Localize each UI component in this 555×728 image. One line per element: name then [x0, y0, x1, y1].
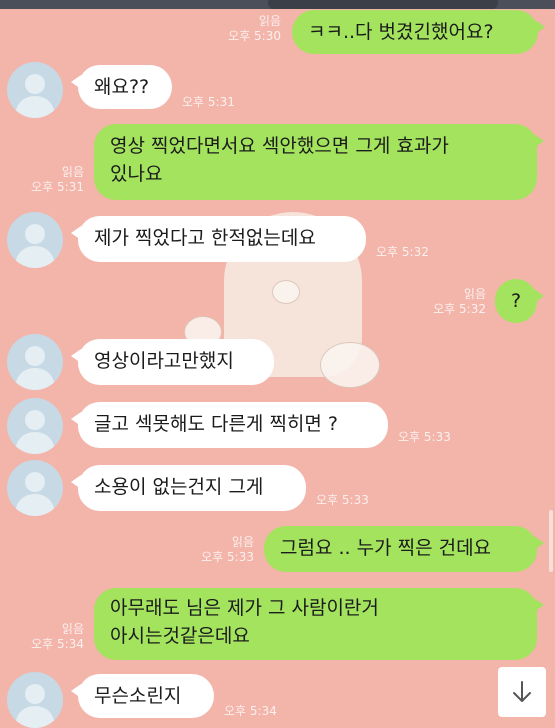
default-profile-icon	[15, 346, 55, 390]
message-text: 영상이라고만했지	[94, 350, 234, 372]
timestamp: 오후 5:30	[228, 29, 281, 43]
message-bubble-outgoing[interactable]: 그럼요 .. 누가 찍은 건데요	[264, 526, 544, 572]
message-meta: 읽음 오후 5:34	[10, 622, 84, 652]
read-receipt: 읽음	[231, 535, 254, 549]
timestamp: 오후 5:33	[398, 430, 451, 444]
message-meta: 오후 5:33	[316, 493, 396, 508]
message-text: 무슨소린지	[94, 685, 182, 707]
default-profile-icon	[15, 74, 55, 118]
message-text: 아무래도 님은 제가 그 사람이란거	[110, 597, 379, 619]
default-profile-icon	[15, 224, 55, 268]
avatar[interactable]	[7, 212, 63, 268]
timestamp: 오후 5:31	[31, 180, 84, 194]
message-bubble-outgoing[interactable]: 영상 찍었다면서요 섹안했으면 그게 효과가 있나요	[94, 124, 544, 200]
message-text: 그럼요 .. 누가 찍은 건데요	[280, 537, 492, 559]
timestamp: 오후 5:34	[31, 637, 84, 651]
message-meta: 오후 5:34	[224, 704, 304, 719]
message-meta: 읽음 오후 5:33	[178, 535, 254, 565]
previous-message-edge	[268, 0, 498, 9]
avatar[interactable]	[7, 672, 63, 728]
message-meta: 읽음 오후 5:30	[205, 14, 281, 44]
read-receipt: 읽음	[61, 165, 84, 179]
message-bubble-incoming[interactable]: 영상이라고만했지	[71, 339, 274, 385]
default-profile-icon	[15, 684, 55, 728]
message-bubble-incoming[interactable]: 무슨소린지	[71, 674, 214, 718]
message-meta: 읽음 오후 5:31	[10, 165, 84, 195]
timestamp: 오후 5:33	[201, 550, 254, 564]
message-bubble-incoming[interactable]: 소용이 없는건지 그게	[71, 465, 306, 511]
message-bubble-outgoing[interactable]: 아무래도 님은 제가 그 사람이란거 아시는것같은데요	[94, 588, 544, 660]
message-bubble-outgoing[interactable]: ㅋㅋ..다 벗겼긴했어요?	[292, 10, 545, 54]
read-receipt: 읽음	[463, 287, 486, 301]
default-profile-icon	[15, 472, 55, 516]
message-meta: 읽음 오후 5:32	[408, 287, 486, 317]
message-bubble-incoming[interactable]: 제가 찍었다고 한적없는데요	[71, 216, 366, 262]
message-bubble-outgoing[interactable]: ?	[495, 279, 544, 323]
avatar[interactable]	[7, 334, 63, 390]
message-text: 소용이 없는건지 그게	[94, 476, 264, 498]
message-text: ㅋㅋ..다 벗겼긴했어요?	[308, 21, 494, 43]
timestamp: 오후 5:32	[376, 245, 429, 259]
message-text: 아시는것같은데요	[110, 625, 250, 647]
watermark-hamster	[272, 280, 300, 304]
message-text: 영상 찍었다면서요 섹안했으면 그게 효과가	[110, 135, 449, 157]
avatar[interactable]	[7, 398, 63, 454]
arrow-down-icon	[513, 681, 531, 702]
message-meta: 오후 5:33	[398, 430, 478, 445]
message-text: 왜요??	[94, 76, 150, 98]
watermark-hamster	[320, 342, 380, 388]
scrollbar[interactable]	[549, 510, 553, 572]
message-bubble-incoming[interactable]: 글고 섹못해도 다른게 찍히면 ?	[71, 402, 388, 448]
message-text: 있나요	[110, 163, 163, 185]
message-text: 글고 섹못해도 다른게 찍히면 ?	[94, 413, 339, 435]
default-profile-icon	[15, 410, 55, 454]
avatar[interactable]	[7, 62, 63, 118]
message-text: 제가 찍었다고 한적없는데요	[94, 227, 316, 249]
scroll-to-bottom-button[interactable]	[498, 667, 546, 717]
avatar[interactable]	[7, 460, 63, 516]
message-meta: 오후 5:31	[182, 95, 262, 110]
timestamp: 오후 5:33	[316, 493, 369, 507]
message-meta: 오후 5:32	[376, 245, 456, 260]
timestamp: 오후 5:32	[433, 302, 486, 316]
read-receipt: 읽음	[258, 14, 281, 28]
read-receipt: 읽음	[61, 622, 84, 636]
timestamp: 오후 5:31	[182, 95, 235, 109]
timestamp: 오후 5:34	[224, 704, 277, 718]
message-bubble-incoming[interactable]: 왜요??	[71, 65, 172, 109]
message-text: ?	[510, 290, 522, 312]
